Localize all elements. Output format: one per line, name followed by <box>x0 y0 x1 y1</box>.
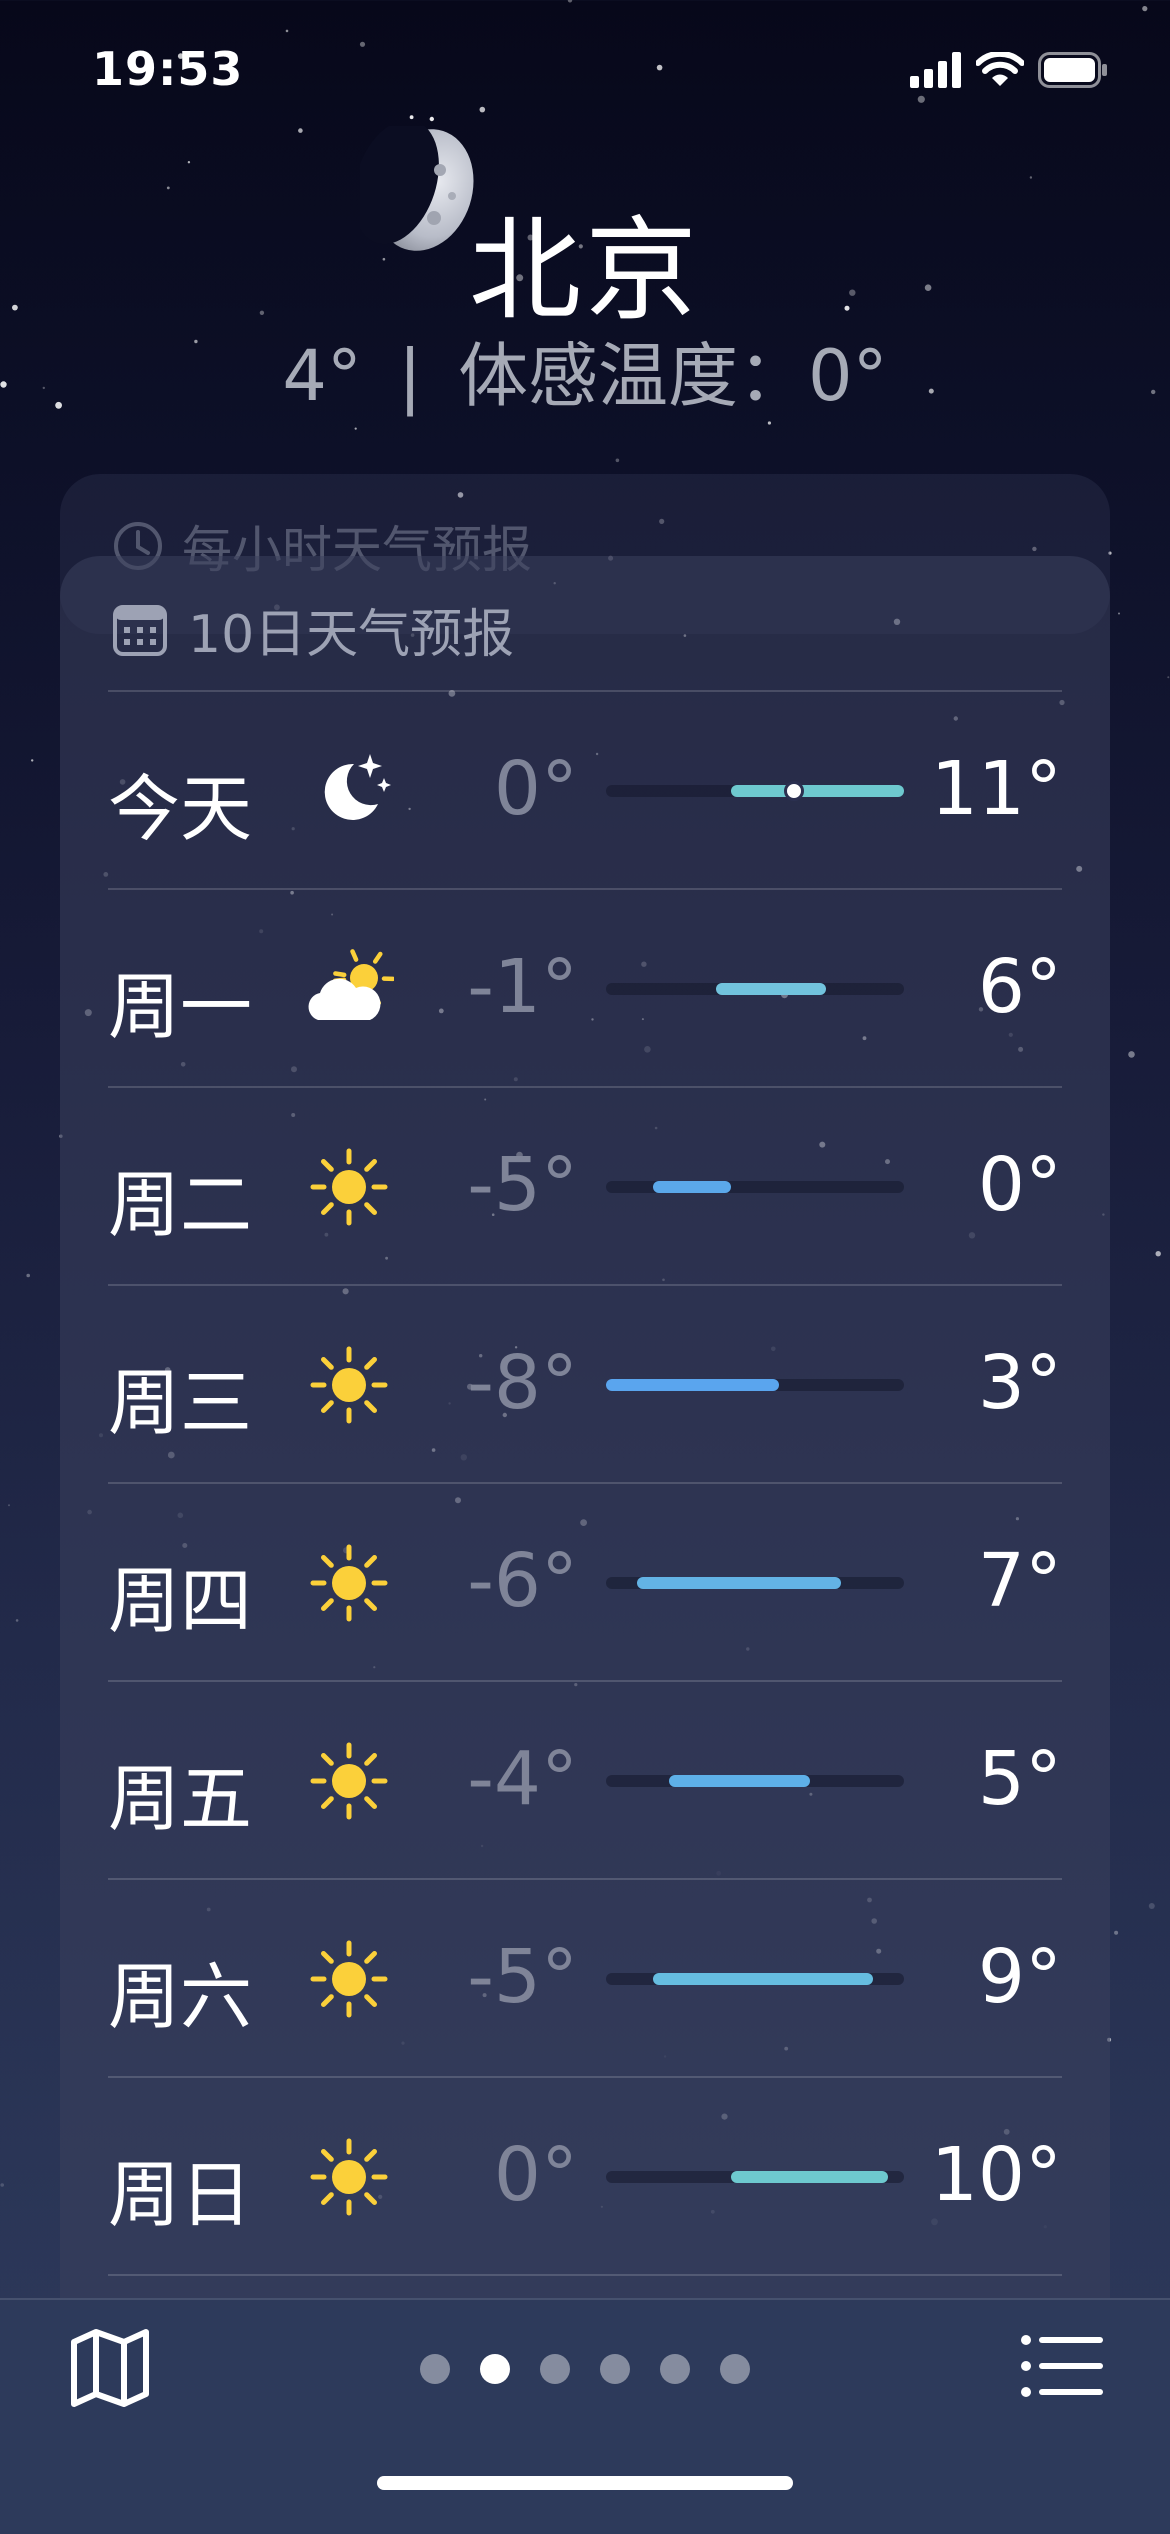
calendar-icon <box>112 602 168 658</box>
sun-icon <box>304 2132 394 2222</box>
star <box>31 759 33 761</box>
temperature-range-bar <box>731 785 904 797</box>
temperature-range-track <box>606 2171 904 2183</box>
low-temperature: 0° <box>438 2132 578 2218</box>
temperature-range-bar <box>653 1181 731 1193</box>
feels-like: 体感温度：0° <box>458 335 888 417</box>
page-dot[interactable] <box>660 2354 690 2384</box>
sun-icon <box>304 1934 394 2024</box>
day-label: 周日 <box>108 2136 252 2241</box>
star <box>16 1619 19 1622</box>
star <box>355 428 357 430</box>
high-temperature: 11° <box>898 746 1062 832</box>
page-dot[interactable] <box>480 2354 510 2384</box>
page-dot[interactable] <box>420 2354 450 2384</box>
forecast-row[interactable]: 周三 -8° 3° <box>108 1286 1062 1484</box>
star <box>0 2183 4 2187</box>
high-temperature: 3° <box>898 1340 1062 1426</box>
temperature-range-bar <box>669 1775 810 1787</box>
list-icon[interactable] <box>1020 2332 1104 2400</box>
temperature-range-bar <box>731 2171 888 2183</box>
sun-icon <box>304 1736 394 1826</box>
bottom-toolbar <box>0 2298 1170 2534</box>
star <box>1149 1903 1155 1909</box>
star <box>1030 176 1032 178</box>
day-label: 今天 <box>108 750 252 855</box>
low-temperature: -1° <box>438 944 578 1030</box>
ten-day-forecast-card[interactable]: 10日天气预报 今天 0° 11° 周一 -1° 6° 周二 -5° 0° 周三 -8° 3° 周四 -6… <box>60 556 1110 2356</box>
high-temperature: 10° <box>898 2132 1062 2218</box>
high-temperature: 6° <box>898 944 1062 1030</box>
temperature-range-track <box>606 1973 904 1985</box>
status-bar: 19:53 <box>0 0 1170 140</box>
temperature-range-bar <box>606 1379 779 1391</box>
page-indicator[interactable] <box>0 2354 1170 2384</box>
city-name: 北京 <box>0 180 1170 342</box>
star <box>1167 676 1169 678</box>
day-label: 周二 <box>108 1146 252 1251</box>
temperature-range-bar <box>637 1577 841 1589</box>
cellular-signal-icon <box>910 52 962 88</box>
row-divider <box>108 2274 1062 2276</box>
day-label: 周四 <box>108 1542 252 1647</box>
low-temperature: -4° <box>438 1736 578 1822</box>
high-temperature: 7° <box>898 1538 1062 1624</box>
temperature-range-track <box>606 1775 904 1787</box>
temperature-range-track <box>606 1379 904 1391</box>
high-temperature: 0° <box>898 1142 1062 1228</box>
day-label: 周五 <box>108 1740 252 1845</box>
page-dot[interactable] <box>720 2354 750 2384</box>
star <box>26 1274 30 1278</box>
moon-stars-icon <box>304 746 394 836</box>
forecast-row[interactable]: 今天 0° 11° <box>108 692 1062 890</box>
temperature-range-track <box>606 1577 904 1589</box>
current-temperature: 4° <box>282 335 362 417</box>
star <box>616 459 620 463</box>
day-label: 周六 <box>108 1938 252 2043</box>
temperature-range-track <box>606 983 904 995</box>
low-temperature: 0° <box>438 746 578 832</box>
page-dot[interactable] <box>540 2354 570 2384</box>
day-label: 周一 <box>108 948 252 1053</box>
high-temperature: 5° <box>898 1736 1062 1822</box>
current-temperature-dot <box>784 781 804 801</box>
status-time: 19:53 <box>92 42 243 96</box>
forecast-row[interactable]: 周六 -5° 9° <box>108 1880 1062 2078</box>
status-icons <box>910 52 1108 88</box>
temperature-range-track <box>606 1181 904 1193</box>
separator: | <box>398 335 422 417</box>
forecast-row[interactable]: 周五 -4° 5° <box>108 1682 1062 1880</box>
star <box>188 161 190 163</box>
temperature-range-bar <box>653 1973 873 1985</box>
ten-day-forecast-title: 10日天气预报 <box>188 592 514 667</box>
low-temperature: -8° <box>438 1340 578 1426</box>
star <box>8 1504 10 1506</box>
star <box>1118 613 1120 615</box>
star <box>1114 1931 1118 1935</box>
low-temperature: -5° <box>438 1934 578 2020</box>
wifi-icon <box>976 52 1024 88</box>
temperature-range-bar <box>716 983 826 995</box>
forecast-row[interactable]: 周二 -5° 0° <box>108 1088 1062 1286</box>
high-temperature: 9° <box>898 1934 1062 2020</box>
page-dot[interactable] <box>600 2354 630 2384</box>
low-temperature: -6° <box>438 1538 578 1624</box>
low-temperature: -5° <box>438 1142 578 1228</box>
sun-icon <box>304 1340 394 1430</box>
star <box>1128 1051 1135 1058</box>
forecast-row[interactable]: 周日 0° 10° <box>108 2078 1062 2276</box>
sun-icon <box>304 1538 394 1628</box>
temperature-range-track <box>606 785 904 797</box>
forecast-row[interactable]: 周一 -1° 6° <box>108 890 1062 1088</box>
star <box>768 421 771 424</box>
current-conditions: 4° | 体感温度：0° <box>0 320 1170 421</box>
star <box>1156 1251 1161 1256</box>
day-label: 周三 <box>108 1344 252 1449</box>
battery-icon <box>1038 52 1108 88</box>
home-indicator[interactable] <box>377 2476 793 2490</box>
sun-icon <box>304 1142 394 1232</box>
cloud-sun-icon <box>304 944 394 1034</box>
forecast-row[interactable]: 周四 -6° 7° <box>108 1484 1062 1682</box>
ten-day-forecast-header: 10日天气预报 <box>112 592 514 667</box>
